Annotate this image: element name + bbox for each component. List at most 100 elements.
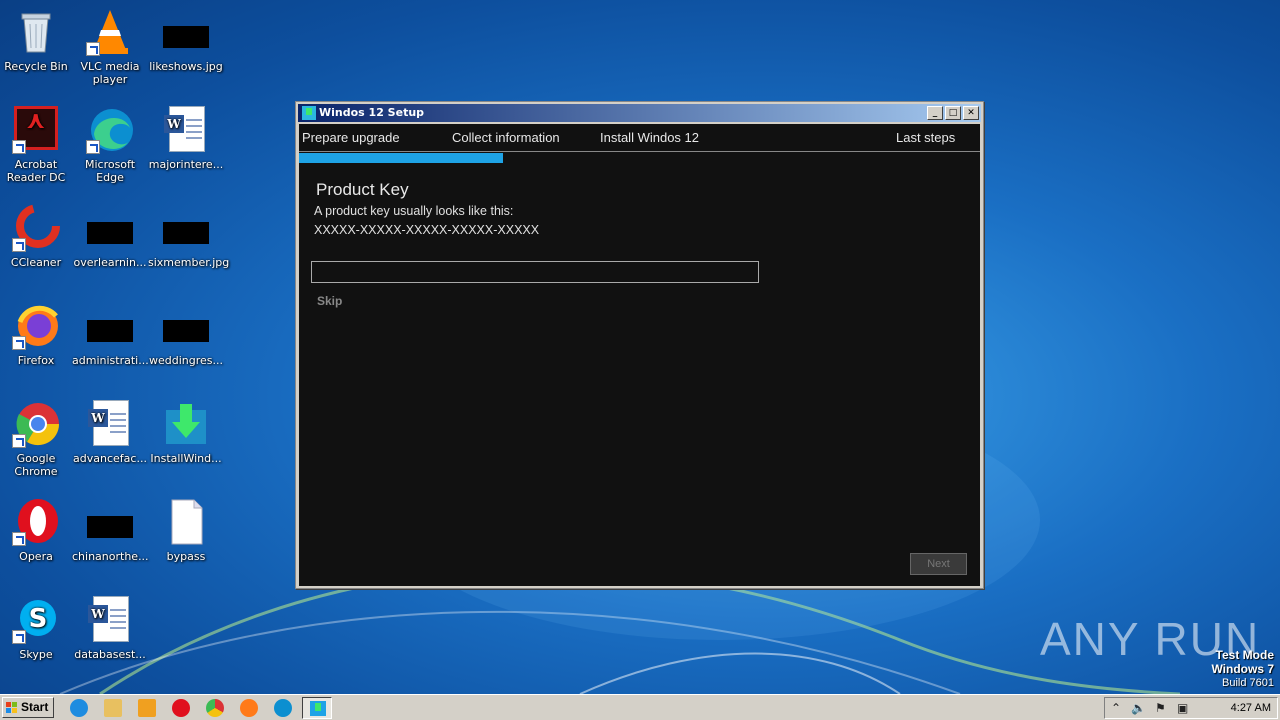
shortcut-arrow-icon	[86, 140, 100, 154]
opera-icon[interactable]: Opera	[0, 498, 74, 563]
os-name-label: Windows 7	[1211, 662, 1274, 676]
step-install-windos: Install Windos 12	[600, 130, 699, 145]
setup-window: Windos 12 Setup _ □ ✕ Prepare upgrade Co…	[295, 101, 984, 589]
edge-taskbar-icon[interactable]	[274, 699, 292, 717]
firefox-taskbar-icon[interactable]	[240, 699, 258, 717]
icon-label: databasest...	[74, 648, 146, 661]
start-button[interactable]: Start	[2, 697, 54, 718]
opera-taskbar-icon[interactable]	[172, 699, 190, 717]
overlearning-file-icon[interactable]: overlearnin...	[72, 204, 148, 269]
product-key-example: XXXXX-XXXXX-XXXXX-XXXXX-XXXXX	[314, 223, 540, 237]
redacted-thumbnail	[162, 8, 210, 56]
icon-label: Recycle Bin	[4, 60, 68, 73]
window-titlebar[interactable]: Windos 12 Setup _ □ ✕	[298, 104, 981, 122]
administrati-file-icon[interactable]: administrati...	[72, 302, 149, 367]
weddingres-file-icon[interactable]: weddingres...	[148, 302, 224, 367]
blank-file-image	[162, 498, 210, 546]
likeshows-jpg-icon[interactable]: likeshows.jpg	[148, 8, 224, 73]
icon-label: administrati...	[72, 354, 149, 367]
advancefac-doc-icon[interactable]: W advancefac...	[72, 400, 148, 465]
file-explorer-icon[interactable]	[104, 699, 122, 717]
step-last-steps: Last steps	[896, 130, 956, 145]
chinanorthe-file-icon[interactable]: chinanorthe...	[72, 498, 149, 563]
test-mode-info: Test Mode Windows 7 Build 7601	[1211, 648, 1274, 690]
taskbar: Start ⌃ 🔈 ⚑ ▣ 4:27 AM	[0, 694, 1280, 720]
firefox-icon[interactable]: Firefox	[0, 302, 74, 367]
installer-image	[162, 400, 210, 448]
bypass-file-icon[interactable]: bypass	[148, 498, 224, 563]
databasest-doc-icon[interactable]: W databasest...	[72, 596, 148, 661]
icon-label: bypass	[166, 550, 206, 563]
icon-label: Opera	[19, 550, 53, 563]
shortcut-arrow-icon	[12, 336, 26, 350]
close-button[interactable]: ✕	[963, 106, 979, 120]
vlc-media-player-icon[interactable]: VLC media player	[72, 8, 148, 86]
icon-label: Skype	[19, 648, 53, 661]
icon-label: advancefac...	[73, 452, 147, 465]
volume-icon[interactable]: 🔈	[1131, 701, 1146, 715]
skype-image: S	[12, 596, 60, 644]
installer-taskbar-icon	[310, 701, 326, 716]
redacted-thumbnail	[162, 204, 210, 252]
vlc-image	[86, 8, 134, 56]
icon-label: overlearnin...	[73, 256, 147, 269]
majorintere-doc-icon[interactable]: W majorintere...	[148, 106, 224, 171]
shortcut-arrow-icon	[12, 532, 26, 546]
google-chrome-icon[interactable]: Google Chrome	[0, 400, 74, 478]
icon-label: CCleaner	[10, 256, 62, 269]
setup-progress-bar	[299, 153, 980, 163]
redacted-thumbnail	[86, 204, 134, 252]
product-key-input[interactable]	[311, 261, 759, 283]
system-tray: ⌃ 🔈 ⚑ ▣ 4:27 AM	[1104, 697, 1278, 719]
word-doc-image: W	[162, 106, 210, 154]
acrobat-image: ⋏	[12, 106, 60, 154]
clock[interactable]: 4:27 AM	[1231, 702, 1271, 714]
ccleaner-image	[12, 204, 60, 252]
chrome-taskbar-icon[interactable]	[206, 699, 224, 717]
network-icon[interactable]: ▣	[1177, 701, 1188, 715]
icon-label: InstallWind...	[150, 452, 222, 465]
action-center-flag-icon[interactable]: ⚑	[1155, 701, 1166, 715]
icon-label: Microsoft Edge	[84, 158, 136, 184]
icon-label: Acrobat Reader DC	[6, 158, 66, 184]
maximize-button[interactable]: □	[945, 106, 961, 120]
icon-label: weddingres...	[148, 354, 223, 367]
icon-label: Firefox	[17, 354, 55, 367]
product-key-heading: Product Key	[316, 180, 409, 199]
installwindows-icon[interactable]: InstallWind...	[148, 400, 224, 465]
redacted-thumbnail	[162, 302, 210, 350]
redacted-thumbnail	[86, 498, 134, 546]
shortcut-arrow-icon	[12, 140, 26, 154]
internet-explorer-icon[interactable]	[70, 699, 88, 717]
recycle-bin-icon[interactable]: Recycle Bin	[0, 8, 74, 73]
setup-app-icon	[302, 106, 316, 120]
setup-taskbar-button[interactable]	[302, 697, 332, 719]
skype-icon[interactable]: S Skype	[0, 596, 74, 661]
icon-label: majorintere...	[148, 158, 224, 171]
product-key-description: A product key usually looks like this:	[314, 204, 514, 218]
word-doc-image: W	[86, 596, 134, 644]
skip-link[interactable]: Skip	[317, 294, 342, 308]
shortcut-arrow-icon	[12, 630, 26, 644]
minimize-button[interactable]: _	[927, 106, 943, 120]
icon-label: sixmember.jpg	[148, 256, 230, 269]
product-key-panel: Product Key A product key usually looks …	[299, 164, 980, 586]
icon-label: chinanorthe...	[72, 550, 149, 563]
windows-logo-icon	[6, 702, 18, 714]
acrobat-reader-icon[interactable]: ⋏ Acrobat Reader DC	[0, 106, 74, 184]
test-mode-label: Test Mode	[1215, 648, 1274, 662]
shortcut-arrow-icon	[86, 42, 100, 56]
next-button[interactable]: Next	[910, 553, 967, 575]
progress-fill	[299, 153, 504, 163]
sixmember-jpg-icon[interactable]: sixmember.jpg	[148, 204, 230, 269]
icon-label: likeshows.jpg	[149, 60, 223, 73]
word-doc-image: W	[86, 400, 134, 448]
media-player-icon[interactable]	[138, 699, 156, 717]
ccleaner-icon[interactable]: CCleaner	[0, 204, 74, 269]
shortcut-arrow-icon	[12, 434, 26, 448]
chrome-image	[12, 400, 60, 448]
setup-steps: Prepare upgrade Collect information Inst…	[299, 124, 980, 152]
shortcut-arrow-icon	[12, 238, 26, 252]
show-hidden-icons-icon[interactable]: ⌃	[1111, 701, 1121, 715]
microsoft-edge-icon[interactable]: Microsoft Edge	[72, 106, 148, 184]
